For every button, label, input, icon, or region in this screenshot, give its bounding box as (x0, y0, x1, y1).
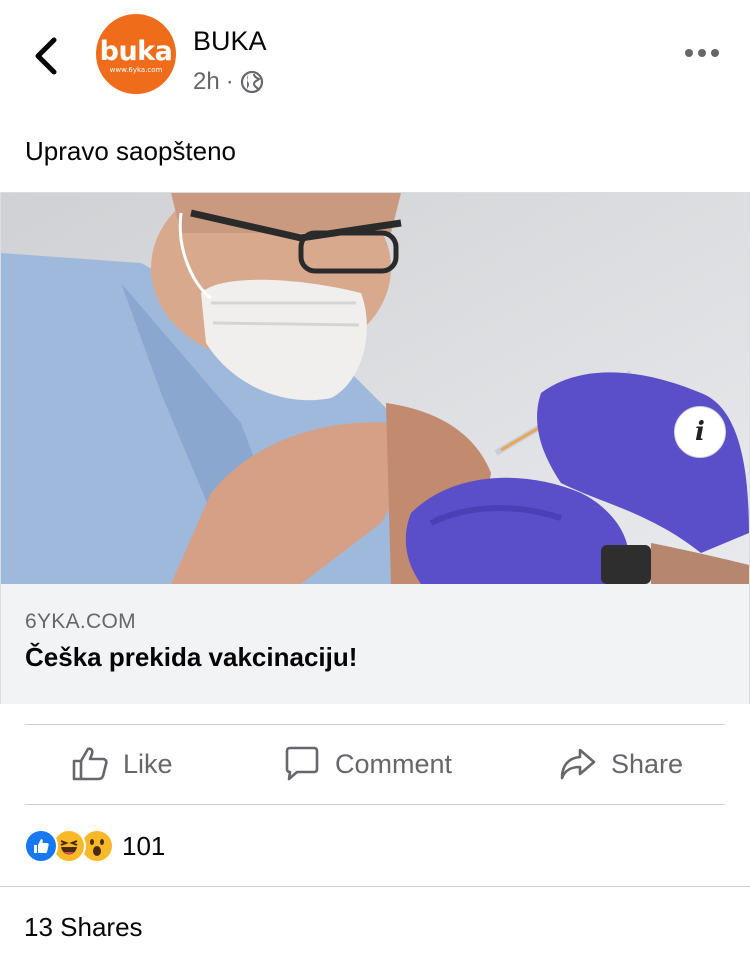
share-label: Share (611, 748, 684, 779)
share-button[interactable]: Share (559, 724, 683, 804)
post-actions: Like Comment Share (25, 724, 725, 804)
like-label: Like (123, 748, 173, 779)
avatar-logo-site: www.6yka.com (109, 66, 163, 74)
thumbs-up-icon (72, 747, 108, 781)
link-title: Češka prekida vakcinaciju! (25, 642, 358, 672)
post-time[interactable]: 2h (193, 68, 220, 96)
comment-icon (285, 746, 319, 781)
chevron-left-icon[interactable] (30, 36, 64, 76)
shares-count[interactable]: 13 Shares (24, 912, 143, 943)
share-icon (560, 748, 596, 780)
comment-button[interactable]: Comment (283, 724, 452, 804)
post-meta: 2h · (193, 68, 264, 96)
more-horizontal-icon[interactable] (684, 46, 720, 60)
link-domain: 6YKA.COM (25, 610, 136, 633)
link-meta[interactable]: 6YKA.COM Češka prekida vakcinaciju! (1, 584, 749, 704)
page-name[interactable]: BUKA (193, 26, 267, 57)
post-caption: Upravo saopšteno (25, 136, 237, 166)
globe-icon (240, 70, 263, 94)
reaction-count: 101 (122, 830, 166, 861)
link-preview-image[interactable]: i (1, 193, 749, 584)
like-reaction-icon (24, 829, 58, 863)
link-preview-card[interactable]: i 6YKA.COM Češka prekida vakcinaciju! (0, 192, 750, 704)
vaccination-photo (1, 193, 749, 584)
divider-middle (25, 804, 725, 805)
meta-separator: · (225, 68, 234, 95)
comment-label: Comment (335, 748, 453, 779)
avatar-logo-text: buka (99, 36, 173, 67)
divider-bottom (0, 886, 750, 887)
post-header: buka www.6yka.com BUKA 2h · (0, 0, 750, 110)
page-avatar[interactable]: buka www.6yka.com (96, 14, 176, 94)
reactions-summary[interactable]: 101 (24, 828, 165, 864)
info-icon[interactable]: i (674, 406, 726, 458)
like-button[interactable]: Like (71, 724, 173, 804)
